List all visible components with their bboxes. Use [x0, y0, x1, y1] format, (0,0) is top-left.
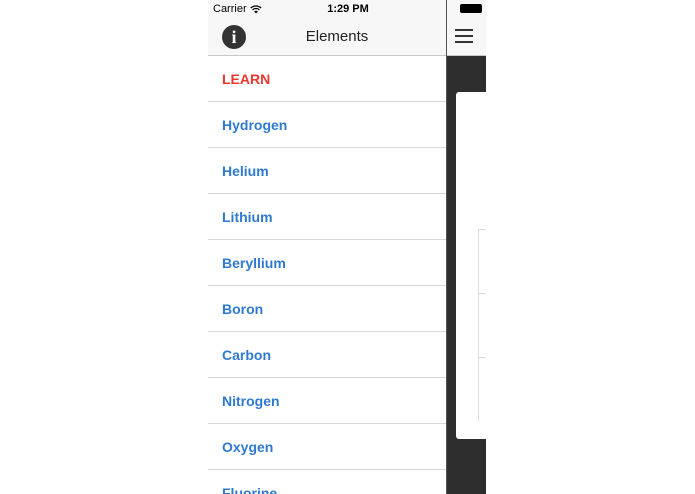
- screenshot-stage: Carrier 1:29 PM i Elements LEARN Hydroge…: [0, 0, 695, 494]
- card-row: [478, 229, 486, 293]
- card-row: [478, 357, 486, 421]
- nav-title: Elements: [305, 28, 369, 45]
- hamburger-icon[interactable]: [455, 29, 473, 43]
- navigation-bar: i Elements: [208, 18, 446, 56]
- menu-item-lithium[interactable]: Lithium: [208, 194, 446, 240]
- menu-item-fluorine[interactable]: Fluorine: [208, 470, 446, 494]
- element-menu-list: LEARN Hydrogen Helium Lithium Beryllium …: [208, 56, 446, 494]
- menu-header-learn: LEARN: [208, 56, 446, 102]
- status-time: 1:29 PM: [327, 3, 369, 15]
- content-card: [456, 92, 486, 439]
- card-row: [478, 293, 486, 357]
- phone-screen: Carrier 1:29 PM i Elements LEARN Hydroge…: [208, 0, 486, 494]
- menu-item-hydrogen[interactable]: Hydrogen: [208, 102, 446, 148]
- menu-item-helium[interactable]: Helium: [208, 148, 446, 194]
- main-nav-bar: [447, 0, 486, 56]
- menu-item-oxygen[interactable]: Oxygen: [208, 424, 446, 470]
- menu-item-carbon[interactable]: Carbon: [208, 332, 446, 378]
- menu-item-boron[interactable]: Boron: [208, 286, 446, 332]
- status-bar: Carrier 1:29 PM: [208, 0, 446, 18]
- side-menu-panel: Carrier 1:29 PM i Elements LEARN Hydroge…: [208, 0, 446, 494]
- menu-item-beryllium[interactable]: Beryllium: [208, 240, 446, 286]
- menu-item-nitrogen[interactable]: Nitrogen: [208, 378, 446, 424]
- battery-icon: [460, 4, 482, 13]
- main-content-peek[interactable]: [446, 0, 486, 494]
